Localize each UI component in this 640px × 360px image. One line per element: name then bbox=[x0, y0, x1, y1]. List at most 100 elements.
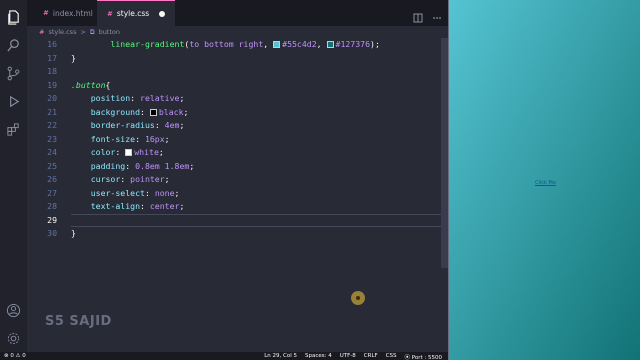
status-item[interactable]: Ln 29, Col 5 bbox=[264, 353, 297, 360]
code-token: #127376 bbox=[335, 39, 371, 49]
color-swatch[interactable] bbox=[149, 108, 157, 116]
css-file-icon: # bbox=[39, 28, 45, 36]
files-icon[interactable] bbox=[6, 10, 21, 25]
run-debug-icon[interactable] bbox=[6, 94, 21, 109]
code-token: : bbox=[130, 93, 141, 103]
color-swatch[interactable] bbox=[125, 149, 133, 156]
code-token: pointer bbox=[130, 174, 165, 184]
line-number: 22 bbox=[47, 120, 57, 130]
code-token: user-select bbox=[90, 187, 145, 198]
code-token: ; bbox=[158, 147, 164, 157]
code-token: } bbox=[71, 52, 76, 63]
code-line[interactable]: } bbox=[71, 227, 441, 241]
click-me-button[interactable]: Click Me bbox=[535, 180, 556, 186]
code-editor[interactable]: 16 17 18 19 20 21 22 23 24 25 26 27 28 29 30 linear-gr… bbox=[27, 38, 448, 352]
status-item[interactable]: UTF-8 bbox=[340, 353, 356, 360]
breadcrumb-file[interactable]: style.css bbox=[48, 28, 76, 36]
code-token: center bbox=[149, 201, 180, 211]
code-token: border-radius bbox=[90, 120, 155, 130]
code-token: 0.8em 1.8em bbox=[135, 160, 190, 171]
code-token: none bbox=[154, 187, 175, 198]
line-number: 17 bbox=[47, 52, 57, 63]
code-token: ; bbox=[164, 174, 170, 184]
tab-style-css[interactable]: # style.css bbox=[97, 0, 176, 26]
mouse-cursor-icon bbox=[351, 291, 365, 305]
code-line[interactable]: position: relative; bbox=[71, 92, 441, 106]
account-icon[interactable] bbox=[6, 303, 21, 318]
vertical-scrollbar[interactable] bbox=[441, 38, 448, 268]
code-line[interactable]: linear-gradient(to bottom right, #55c4d2… bbox=[71, 38, 441, 52]
line-number: 29 bbox=[47, 214, 57, 225]
color-swatch[interactable] bbox=[273, 41, 281, 48]
line-number: 20 bbox=[47, 93, 57, 103]
search-icon[interactable] bbox=[6, 38, 21, 53]
tab-index-html[interactable]: # index.html bbox=[35, 0, 101, 26]
status-item[interactable]: CRLF bbox=[364, 353, 378, 360]
code-token: : bbox=[115, 147, 126, 157]
line-number: 16 bbox=[47, 39, 57, 49]
breadcrumb: # style.css > ⧉ button bbox=[27, 26, 448, 38]
code-line[interactable]: } bbox=[71, 52, 441, 66]
line-number: 28 bbox=[47, 201, 57, 211]
line-number: 25 bbox=[47, 160, 57, 171]
problems-indicator[interactable]: ⊗ 0 ⚠ 0 bbox=[4, 353, 26, 359]
code-line[interactable] bbox=[71, 65, 441, 79]
tab-label: index.html bbox=[52, 8, 93, 18]
code-line[interactable]: border-radius: 4em; bbox=[71, 119, 441, 133]
code-token: #55c4d2 bbox=[282, 39, 317, 49]
code-token: 4em bbox=[164, 120, 180, 130]
code-token: background bbox=[90, 106, 141, 117]
code-line[interactable]: cursor: pointer; bbox=[71, 173, 441, 187]
activity-bar bbox=[0, 0, 27, 352]
code-token: : bbox=[120, 174, 131, 184]
code-token: .button bbox=[71, 79, 106, 90]
code-token: ; bbox=[179, 201, 185, 211]
more-actions-icon[interactable] bbox=[432, 8, 442, 19]
code-line[interactable]: .button{ bbox=[71, 79, 441, 93]
symbol-icon: ⧉ bbox=[89, 27, 95, 36]
code-line[interactable]: color: white; bbox=[71, 146, 441, 160]
source-control-icon[interactable] bbox=[6, 66, 21, 81]
html-file-icon: # bbox=[43, 9, 49, 17]
browser-preview: Click Me bbox=[448, 0, 640, 360]
code-token: { bbox=[105, 79, 111, 90]
extensions-icon[interactable] bbox=[6, 122, 21, 137]
status-item[interactable]: CSS bbox=[386, 353, 397, 360]
line-number: 18 bbox=[47, 66, 57, 76]
code-token: font-size bbox=[90, 133, 136, 144]
code-line[interactable]: padding: 0.8em 1.8em; bbox=[71, 160, 441, 174]
tab-bar: # index.html # style.css bbox=[27, 0, 448, 26]
code-token: } bbox=[71, 228, 76, 238]
status-bar: ⊗ 0 ⚠ 0 Ln 29, Col 5 Spaces: 4 UTF-8 CRLF CS… bbox=[0, 352, 448, 360]
code-token: , bbox=[316, 39, 327, 49]
settings-gear-icon[interactable] bbox=[6, 331, 21, 346]
code-line[interactable]: user-select: none; bbox=[71, 187, 441, 201]
status-item[interactable]: ⦿ Port : 5500 bbox=[405, 353, 443, 360]
code-line[interactable]: background: black; bbox=[71, 106, 441, 120]
split-editor-icon[interactable] bbox=[413, 8, 423, 23]
code-token: ; bbox=[174, 187, 180, 198]
code-token: ); bbox=[370, 39, 380, 49]
code-token: position bbox=[90, 93, 131, 103]
unsaved-dot-icon[interactable] bbox=[159, 10, 166, 17]
breadcrumb-separator: > bbox=[80, 28, 86, 36]
code-token: relative bbox=[140, 93, 180, 103]
code-line[interactable]: font-size: 16px; bbox=[71, 133, 441, 147]
line-number: 27 bbox=[47, 187, 57, 198]
code-token: ; bbox=[189, 160, 195, 171]
code-token: ; bbox=[164, 133, 170, 144]
breadcrumb-symbol[interactable]: button bbox=[99, 28, 120, 36]
code-area[interactable]: linear-gradient(to bottom right, #55c4d2… bbox=[71, 38, 441, 241]
line-number: 23 bbox=[47, 133, 57, 144]
code-line[interactable]: text-align: center; bbox=[71, 200, 441, 214]
code-line[interactable] bbox=[71, 213, 441, 227]
code-token: : bbox=[154, 120, 165, 130]
color-swatch[interactable] bbox=[326, 41, 334, 48]
status-item[interactable]: Spaces: 4 bbox=[305, 353, 332, 360]
